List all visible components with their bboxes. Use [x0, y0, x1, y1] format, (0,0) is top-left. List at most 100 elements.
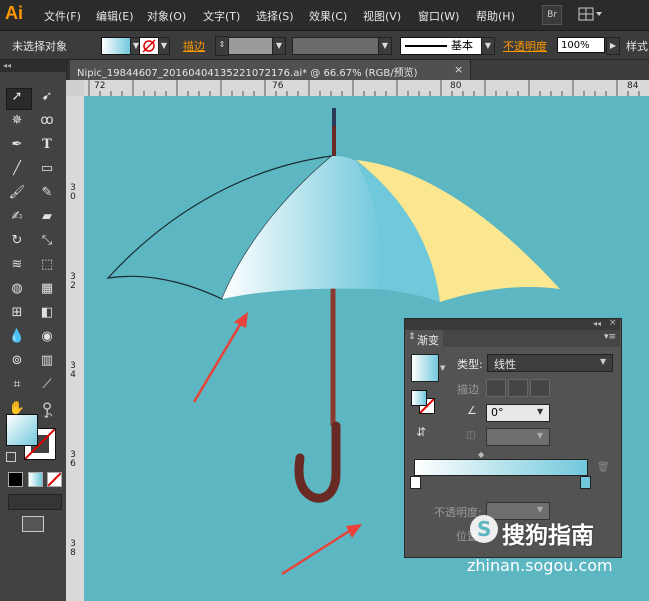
free-transform-tool-icon[interactable]: ⬚	[36, 254, 58, 276]
style-label[interactable]: 样式	[626, 38, 648, 54]
blend-tool-icon[interactable]: ◉	[36, 326, 58, 348]
drawing-modes[interactable]	[8, 494, 62, 510]
line-tool-icon[interactable]: ╱	[6, 158, 28, 180]
rotate-tool-icon[interactable]: ↻	[6, 230, 28, 252]
vertical-ruler[interactable]	[66, 96, 85, 601]
menu-window[interactable]: 窗口(W)	[418, 8, 459, 24]
document-title: Nipic_19844607_20160404135221072176.ai* …	[77, 68, 418, 79]
menu-view[interactable]: 视图(V)	[363, 8, 401, 24]
menu-file[interactable]: 文件(F)	[44, 8, 81, 24]
umbrella-handle	[294, 421, 341, 503]
opacity-dropdown[interactable]: ▶	[606, 37, 620, 55]
width-tool-icon[interactable]: ≋	[6, 254, 28, 276]
swap-fill-stroke-icon[interactable]: ↶	[44, 412, 52, 423]
direct-selection-tool-icon[interactable]: ➹	[36, 86, 58, 108]
fill-stroke-indicator[interactable]	[411, 390, 435, 414]
stroke-gradient-across-button[interactable]	[530, 379, 550, 397]
ruler-label: 3 0	[70, 183, 76, 202]
gradient-stop-end[interactable]	[580, 476, 591, 489]
ruler-label: 84	[627, 81, 639, 91]
panel-collapse-icon[interactable]: ◂◂	[593, 319, 601, 328]
menu-type[interactable]: 文字(T)	[203, 8, 240, 24]
stroke-gradient-label: 描边	[457, 383, 479, 396]
arrange-documents-button[interactable]	[578, 6, 604, 22]
brush-label: 基本	[451, 39, 473, 52]
arrange-documents-icon	[578, 7, 602, 21]
reverse-gradient-icon[interactable]: ⇵	[416, 425, 426, 439]
watermark-url: zhinan.sogou.com	[467, 556, 613, 575]
tools-collapse-button[interactable]: ◂◂	[0, 60, 66, 72]
rectangle-tool-icon[interactable]: ▭	[36, 158, 58, 180]
brush-dropdown[interactable]: ▼	[481, 37, 495, 55]
gradient-tool-icon[interactable]: ◧	[36, 302, 58, 324]
gradient-panel-header[interactable]: ◂◂ ×	[405, 318, 620, 330]
stroke-gradient-along-button[interactable]	[508, 379, 528, 397]
stroke-gradient-within-button[interactable]	[486, 379, 506, 397]
magic-wand-tool-icon[interactable]: ✵	[6, 110, 28, 132]
paintbrush-tool-icon[interactable]: 🖌	[6, 182, 28, 204]
eraser-tool-icon[interactable]: ▰	[36, 206, 58, 228]
ruler-label: 3 6	[70, 450, 76, 469]
ruler-label: 3 2	[70, 272, 76, 291]
aspect-ratio-icon: ◫	[466, 430, 476, 441]
eyedropper-tool-icon[interactable]: 💧	[6, 326, 28, 348]
horizontal-ruler[interactable]	[84, 80, 649, 97]
variable-width-dropdown[interactable]: ▼	[378, 37, 392, 55]
stroke-label[interactable]: 描边	[183, 38, 205, 54]
chevron-down-icon: ▼	[537, 407, 544, 416]
bridge-button[interactable]: Br	[542, 5, 562, 25]
angle-field[interactable]: 0° ▼	[486, 404, 550, 422]
stroke-weight-stepper[interactable]: ⇕	[215, 36, 229, 56]
none-mode-button[interactable]	[47, 472, 62, 487]
menu-edit[interactable]: 编辑(E)	[96, 8, 134, 24]
close-tab-icon[interactable]: ×	[454, 63, 463, 76]
type-select[interactable]: 线性 ▼	[487, 354, 613, 372]
artboard-tool-icon[interactable]: ⌗	[6, 374, 28, 396]
pen-tool-icon[interactable]: ✒	[6, 134, 28, 156]
gradient-mode-button[interactable]	[28, 472, 43, 487]
gradient-slider[interactable]	[414, 459, 588, 476]
stroke-weight-field[interactable]	[228, 37, 274, 55]
panel-options-icon: ⇕	[408, 332, 416, 342]
perspective-grid-tool-icon[interactable]: ▦	[36, 278, 58, 300]
menu-help[interactable]: 帮助(H)	[476, 8, 515, 24]
default-colors-icon[interactable]	[6, 452, 16, 462]
color-mode-button[interactable]	[8, 472, 23, 487]
ruler-ticks	[88, 80, 640, 96]
column-graph-tool-icon[interactable]: ▥	[36, 350, 58, 372]
slice-tool-icon[interactable]: ⟋	[36, 374, 58, 396]
mesh-tool-icon[interactable]: ⊞	[6, 302, 28, 324]
shape-builder-tool-icon[interactable]: ◍	[6, 278, 28, 300]
symbol-sprayer-tool-icon[interactable]: ⊚	[6, 350, 28, 372]
opacity-label[interactable]: 不透明度	[503, 38, 547, 54]
menu-select[interactable]: 选择(S)	[256, 8, 294, 24]
scale-tool-icon[interactable]: ⤡	[36, 230, 58, 252]
selection-tool-icon[interactable]: ➚	[6, 86, 28, 108]
aspect-ratio-field[interactable]: ▼	[486, 428, 550, 446]
lasso-tool-icon[interactable]: ꝏ	[36, 110, 58, 132]
opacity-field[interactable]: 100%	[557, 37, 605, 53]
gradient-stop-start[interactable]	[410, 476, 421, 489]
gradient-swatch[interactable]	[411, 354, 439, 382]
stroke-swatch[interactable]	[139, 37, 159, 55]
pencil-tool-icon[interactable]: ✎	[36, 182, 58, 204]
menu-object[interactable]: 对象(O)	[147, 8, 186, 24]
screen-mode-button[interactable]	[22, 516, 44, 532]
menu-effect[interactable]: 效果(C)	[309, 8, 347, 24]
panel-menu-icon[interactable]: ▾≡	[604, 332, 616, 342]
ruler-origin[interactable]	[66, 80, 84, 96]
variable-width-profile[interactable]	[292, 37, 380, 55]
delete-stop-icon[interactable]: 🗑	[597, 462, 610, 473]
stroke-dropdown[interactable]: ▼	[158, 37, 170, 55]
stroke-weight-dropdown[interactable]: ▼	[272, 37, 286, 55]
gradient-tab[interactable]: ⇕ 渐变	[405, 330, 443, 347]
chevron-down-icon: ▼	[537, 505, 544, 514]
gradient-swatch-dropdown[interactable]: ▼	[440, 364, 445, 372]
brush-definition[interactable]: 基本	[400, 37, 482, 55]
fill-color-box[interactable]	[6, 414, 38, 446]
panel-close-icon[interactable]: ×	[609, 318, 617, 328]
fill-swatch[interactable]	[101, 37, 131, 55]
midpoint-diamond-icon[interactable]: ◆	[478, 450, 484, 459]
type-tool-icon[interactable]: T	[36, 134, 58, 156]
blob-brush-tool-icon[interactable]: ✍	[6, 206, 28, 228]
